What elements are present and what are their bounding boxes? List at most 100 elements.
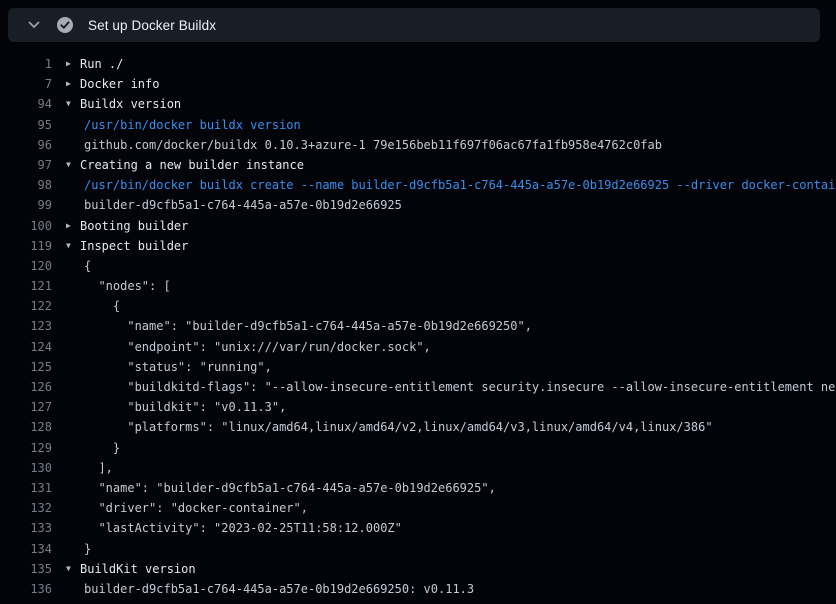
log-line: 129 } — [0, 438, 836, 458]
arrow-spacer — [66, 518, 84, 538]
arrow-spacer — [66, 377, 84, 397]
arrow-spacer — [66, 397, 84, 417]
arrow-spacer — [66, 357, 84, 377]
group-collapsed-icon[interactable]: ▶ — [66, 74, 80, 94]
chevron-down-icon[interactable] — [26, 17, 42, 33]
step-title: Set up Docker Buildx — [88, 18, 216, 33]
group-expanded-icon[interactable]: ▼ — [66, 559, 80, 579]
log-line: 125 "status": "running", — [0, 357, 836, 377]
arrow-spacer — [66, 256, 84, 276]
line-number[interactable]: 125 — [0, 357, 52, 377]
line-number[interactable]: 131 — [0, 478, 52, 498]
log-line: 96github.com/docker/buildx 0.10.3+azure-… — [0, 135, 836, 155]
log-group-line[interactable]: 1 ▶Run ./ — [0, 54, 836, 74]
log-group-label: Docker info — [80, 74, 159, 94]
log-output-text: "name": "builder-d9cfb5a1-c764-445a-a57e… — [84, 316, 532, 336]
line-number[interactable]: 95 — [0, 115, 52, 135]
log-output-text: { — [84, 256, 91, 276]
log-output-text: "platforms": "linux/amd64,linux/amd64/v2… — [84, 417, 713, 437]
log-command-text: /usr/bin/docker buildx version — [84, 115, 301, 135]
line-number[interactable]: 135 — [0, 559, 52, 579]
arrow-spacer — [66, 195, 84, 215]
check-circle-icon — [56, 16, 74, 34]
log-group-line[interactable]: 135 ▼BuildKit version — [0, 559, 836, 579]
line-number[interactable]: 124 — [0, 337, 52, 357]
log-line: 120 { — [0, 256, 836, 276]
line-number[interactable]: 127 — [0, 397, 52, 417]
log-line: 98/usr/bin/docker buildx create --name b… — [0, 175, 836, 195]
log-group-line[interactable]: 97▼Creating a new builder instance — [0, 155, 836, 175]
line-number[interactable]: 126 — [0, 377, 52, 397]
arrow-spacer — [66, 478, 84, 498]
line-number[interactable]: 99 — [0, 195, 52, 215]
line-number[interactable]: 121 — [0, 276, 52, 296]
group-expanded-icon[interactable]: ▼ — [66, 94, 80, 114]
step-header[interactable]: Set up Docker Buildx — [8, 8, 820, 42]
log-output-text: builder-d9cfb5a1-c764-445a-a57e-0b19d2e6… — [84, 195, 402, 215]
line-number[interactable]: 129 — [0, 438, 52, 458]
line-number[interactable]: 134 — [0, 539, 52, 559]
arrow-spacer — [66, 337, 84, 357]
line-number[interactable]: 1 — [0, 54, 52, 74]
line-number[interactable]: 130 — [0, 458, 52, 478]
log-line: 133 "lastActivity": "2023-02-25T11:58:12… — [0, 518, 836, 538]
line-number[interactable]: 132 — [0, 498, 52, 518]
arrow-spacer — [66, 115, 84, 135]
log-line: 126 "buildkitd-flags": "--allow-insecure… — [0, 377, 836, 397]
log-group-label: Run ./ — [80, 54, 123, 74]
line-number[interactable]: 122 — [0, 296, 52, 316]
arrow-spacer — [66, 175, 84, 195]
log-output-text: "nodes": [ — [84, 276, 171, 296]
log-line: 124 "endpoint": "unix:///var/run/docker.… — [0, 337, 836, 357]
line-number[interactable]: 7 — [0, 74, 52, 94]
log-output-text: "buildkitd-flags": "--allow-insecure-ent… — [84, 377, 836, 397]
log-line: 130 ], — [0, 458, 836, 478]
line-number[interactable]: 98 — [0, 175, 52, 195]
line-number[interactable]: 136 — [0, 579, 52, 599]
group-collapsed-icon[interactable]: ▶ — [66, 54, 80, 74]
group-collapsed-icon[interactable]: ▶ — [66, 216, 80, 236]
log-output-text: "driver": "docker-container", — [84, 498, 308, 518]
log-group-line[interactable]: 94▼Buildx version — [0, 94, 836, 114]
line-number[interactable]: 96 — [0, 135, 52, 155]
log-output-text: "status": "running", — [84, 357, 272, 377]
log-container: 1▶Run ./7▶Docker info94▼Buildx version95… — [0, 54, 836, 599]
log-group-line[interactable]: 100 ▶Booting builder — [0, 216, 836, 236]
log-output-text: "name": "builder-d9cfb5a1-c764-445a-a57e… — [84, 478, 496, 498]
line-number[interactable]: 120 — [0, 256, 52, 276]
arrow-spacer — [66, 316, 84, 336]
log-output-text: "endpoint": "unix:///var/run/docker.sock… — [84, 337, 431, 357]
group-expanded-icon[interactable]: ▼ — [66, 155, 80, 175]
log-output-text: } — [84, 438, 120, 458]
log-line: 131 "name": "builder-d9cfb5a1-c764-445a-… — [0, 478, 836, 498]
log-group-line[interactable]: 7 ▶Docker info — [0, 74, 836, 94]
line-number[interactable]: 97 — [0, 155, 52, 175]
log-line: 128 "platforms": "linux/amd64,linux/amd6… — [0, 417, 836, 437]
log-line: 136builder-d9cfb5a1-c764-445a-a57e-0b19d… — [0, 579, 836, 599]
log-line: 127 "buildkit": "v0.11.3", — [0, 397, 836, 417]
line-number[interactable]: 119 — [0, 236, 52, 256]
arrow-spacer — [66, 539, 84, 559]
group-expanded-icon[interactable]: ▼ — [66, 236, 80, 256]
log-group-label: Booting builder — [80, 216, 188, 236]
line-number[interactable]: 133 — [0, 518, 52, 538]
line-number[interactable]: 94 — [0, 94, 52, 114]
line-number[interactable]: 128 — [0, 417, 52, 437]
log-line: 134} — [0, 539, 836, 559]
log-group-label: BuildKit version — [80, 559, 196, 579]
log-group-line[interactable]: 119 ▼Inspect builder — [0, 236, 836, 256]
line-number[interactable]: 100 — [0, 216, 52, 236]
arrow-spacer — [66, 458, 84, 478]
log-output-text: ], — [84, 458, 113, 478]
line-number[interactable]: 123 — [0, 316, 52, 336]
log-command-text: /usr/bin/docker buildx create --name bui… — [84, 175, 836, 195]
arrow-spacer — [66, 438, 84, 458]
arrow-spacer — [66, 296, 84, 316]
log-line: 132 "driver": "docker-container", — [0, 498, 836, 518]
log-line: 99 builder-d9cfb5a1-c764-445a-a57e-0b19d2… — [0, 195, 836, 215]
log-output-text: "buildkit": "v0.11.3", — [84, 397, 286, 417]
arrow-spacer — [66, 579, 84, 599]
arrow-spacer — [66, 135, 84, 155]
log-output-text: "lastActivity": "2023-02-25T11:58:12.000… — [84, 518, 402, 538]
log-group-label: Inspect builder — [80, 236, 188, 256]
